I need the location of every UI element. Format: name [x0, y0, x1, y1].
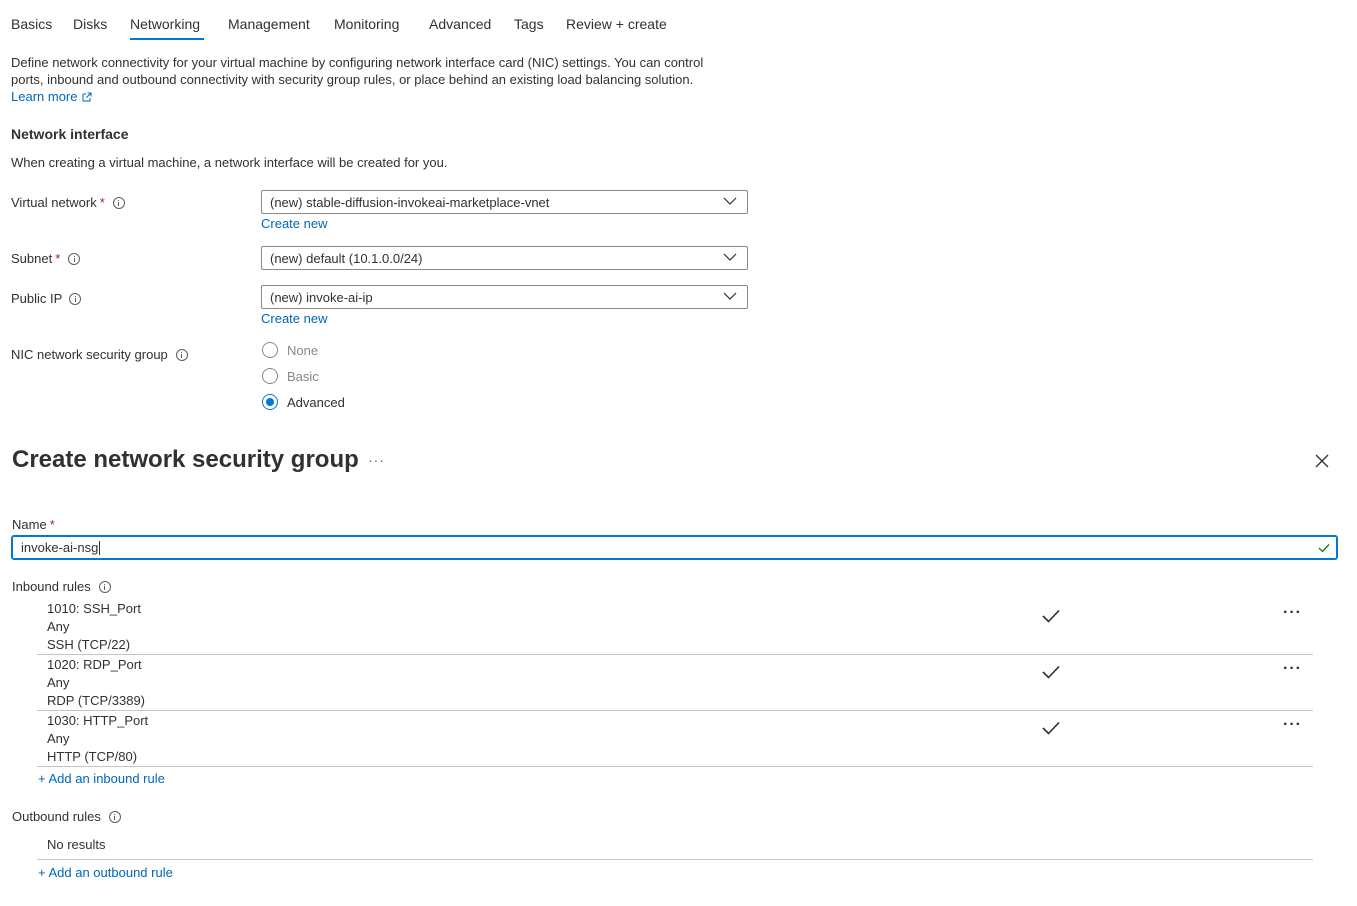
tab-advanced[interactable]: Advanced — [429, 16, 491, 32]
inbound-rule-row[interactable]: 1030: HTTP_Port Any HTTP (TCP/80) ··· — [37, 710, 1313, 767]
virtual-network-label: Virtual network * — [11, 195, 125, 210]
nsg-label-text: NIC network security group — [11, 347, 168, 362]
rule-service: HTTP (TCP/80) — [47, 749, 138, 764]
intro-text: Define network connectivity for your vir… — [11, 54, 771, 88]
external-link-icon — [82, 92, 92, 101]
info-icon[interactable] — [98, 580, 111, 593]
required-asterisk: * — [99, 195, 105, 210]
public-ip-value: (new) invoke-ai-ip — [270, 289, 373, 305]
info-icon[interactable] — [112, 196, 125, 209]
nsg-name-value: invoke-ai-nsg — [13, 539, 101, 556]
subnet-value: (new) default (10.1.0.0/24) — [270, 250, 423, 266]
tab-monitoring[interactable]: Monitoring — [334, 16, 399, 32]
outbound-rules-label-text: Outbound rules — [12, 809, 101, 824]
close-icon[interactable] — [1313, 452, 1331, 470]
checkmark-icon — [1042, 721, 1060, 735]
rule-title: 1020: RDP_Port — [47, 657, 142, 672]
radio-button-selected[interactable] — [262, 394, 278, 410]
outbound-rules-table: No results — [37, 829, 1313, 860]
info-icon[interactable] — [108, 810, 121, 823]
rule-source: Any — [47, 675, 70, 690]
subnet-label: Subnet * — [11, 251, 81, 266]
nsg-option-none[interactable]: None — [262, 342, 318, 358]
required-asterisk: * — [49, 517, 55, 532]
nsg-option-advanced[interactable]: Advanced — [262, 394, 345, 410]
checkmark-icon — [1318, 544, 1330, 553]
network-interface-heading: Network interface — [11, 126, 129, 142]
tab-networking[interactable]: Networking — [130, 16, 200, 32]
add-outbound-rule-link[interactable]: + Add an outbound rule — [38, 865, 173, 880]
radio-button[interactable] — [262, 342, 278, 358]
virtual-network-dropdown[interactable]: (new) stable-diffusion-invokeai-marketpl… — [261, 190, 748, 214]
outbound-rules-label: Outbound rules — [12, 809, 121, 824]
virtual-network-label-text: Virtual network — [11, 195, 97, 210]
virtual-network-value: (new) stable-diffusion-invokeai-marketpl… — [270, 194, 550, 210]
rule-service: SSH (TCP/22) — [47, 637, 131, 652]
create-new-public-ip-link[interactable]: Create new — [261, 311, 327, 326]
no-results-text: No results — [47, 837, 106, 852]
name-label: Name * — [12, 517, 55, 532]
chevron-down-icon — [723, 292, 737, 300]
radio-label: None — [287, 342, 319, 358]
public-ip-dropdown[interactable]: (new) invoke-ai-ip — [261, 285, 748, 309]
name-label-text: Name — [12, 517, 47, 532]
tab-disks[interactable]: Disks — [73, 16, 107, 32]
tab-basics[interactable]: Basics — [11, 16, 52, 32]
intro-line-2: ports, inbound and outbound connectivity… — [11, 72, 694, 87]
inbound-rule-row[interactable]: 1020: RDP_Port Any RDP (TCP/3389) ··· — [37, 654, 1313, 711]
inbound-rules-label: Inbound rules — [12, 579, 111, 594]
nsg-name-text: invoke-ai-nsg — [21, 539, 99, 555]
chevron-down-icon — [723, 253, 737, 261]
required-asterisk: * — [55, 251, 61, 266]
radio-label: Basic — [287, 368, 319, 384]
public-ip-label-text: Public IP — [11, 291, 63, 306]
panel-title: Create network security group — [12, 446, 359, 473]
learn-more-label: Learn more — [11, 89, 78, 104]
learn-more-link[interactable]: Learn more — [11, 89, 92, 104]
active-tab-indicator — [130, 38, 204, 40]
create-new-vnet-link[interactable]: Create new — [261, 216, 327, 231]
rule-title: 1010: SSH_Port — [47, 601, 141, 616]
subnet-dropdown[interactable]: (new) default (10.1.0.0/24) — [261, 246, 748, 270]
text-caret — [99, 541, 101, 556]
intro-line-1: Define network connectivity for your vir… — [11, 55, 704, 70]
radio-button[interactable] — [262, 368, 278, 384]
info-icon[interactable] — [68, 252, 81, 265]
checkmark-icon — [1042, 609, 1060, 623]
network-interface-description: When creating a virtual machine, a netwo… — [11, 155, 448, 170]
public-ip-label: Public IP — [11, 291, 82, 306]
rule-more-button[interactable]: ··· — [1283, 604, 1302, 622]
radio-label: Advanced — [287, 394, 345, 410]
rule-source: Any — [47, 731, 70, 746]
nsg-option-basic[interactable]: Basic — [262, 368, 319, 384]
rule-title: 1030: HTTP_Port — [47, 713, 149, 728]
inbound-rule-row[interactable]: 1010: SSH_Port Any SSH (TCP/22) ··· — [37, 598, 1313, 655]
rule-source: Any — [47, 619, 70, 634]
rule-more-button[interactable]: ··· — [1283, 660, 1302, 678]
subnet-label-text: Subnet — [11, 251, 53, 266]
tab-review-create[interactable]: Review + create — [566, 16, 667, 32]
nsg-label: NIC network security group — [11, 347, 188, 362]
add-inbound-rule-link[interactable]: + Add an inbound rule — [38, 771, 165, 786]
inbound-rules-label-text: Inbound rules — [12, 579, 91, 594]
tab-management[interactable]: Management — [228, 16, 310, 32]
nsg-name-input[interactable]: invoke-ai-nsg — [12, 536, 1337, 559]
rule-more-button[interactable]: ··· — [1283, 716, 1302, 734]
checkmark-icon — [1042, 665, 1060, 679]
rule-service: RDP (TCP/3389) — [47, 693, 146, 708]
chevron-down-icon — [723, 197, 737, 205]
more-options-button[interactable]: ··· — [368, 452, 385, 468]
info-icon[interactable] — [175, 348, 188, 361]
tab-tags[interactable]: Tags — [514, 16, 544, 32]
info-icon[interactable] — [69, 292, 82, 305]
